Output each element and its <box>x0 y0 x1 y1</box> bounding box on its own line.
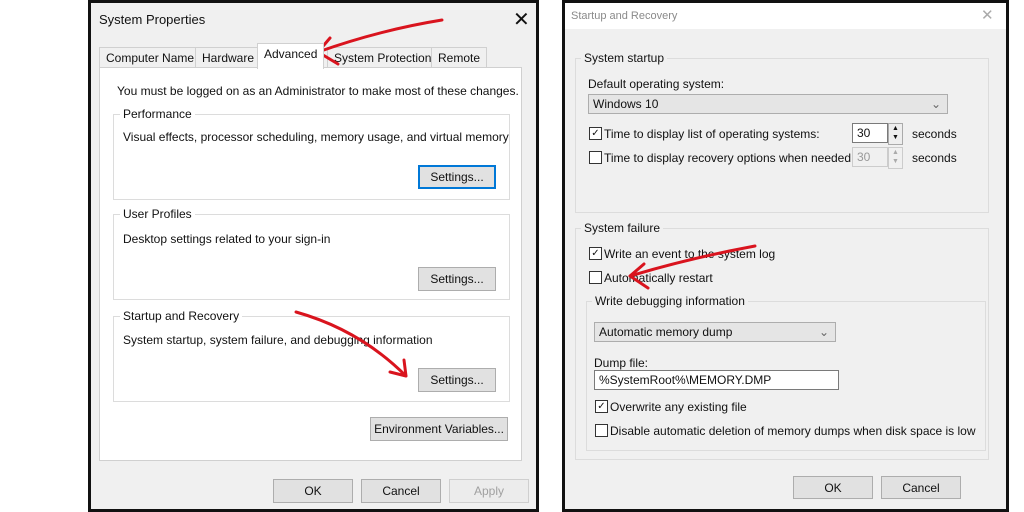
arrow-auto-restart <box>628 244 757 290</box>
arrow-startup-settings <box>294 310 408 378</box>
annotation-arrows <box>294 18 757 378</box>
tab-advanced[interactable]: Advanced <box>257 43 325 69</box>
arrow-advanced-tab <box>316 18 444 66</box>
